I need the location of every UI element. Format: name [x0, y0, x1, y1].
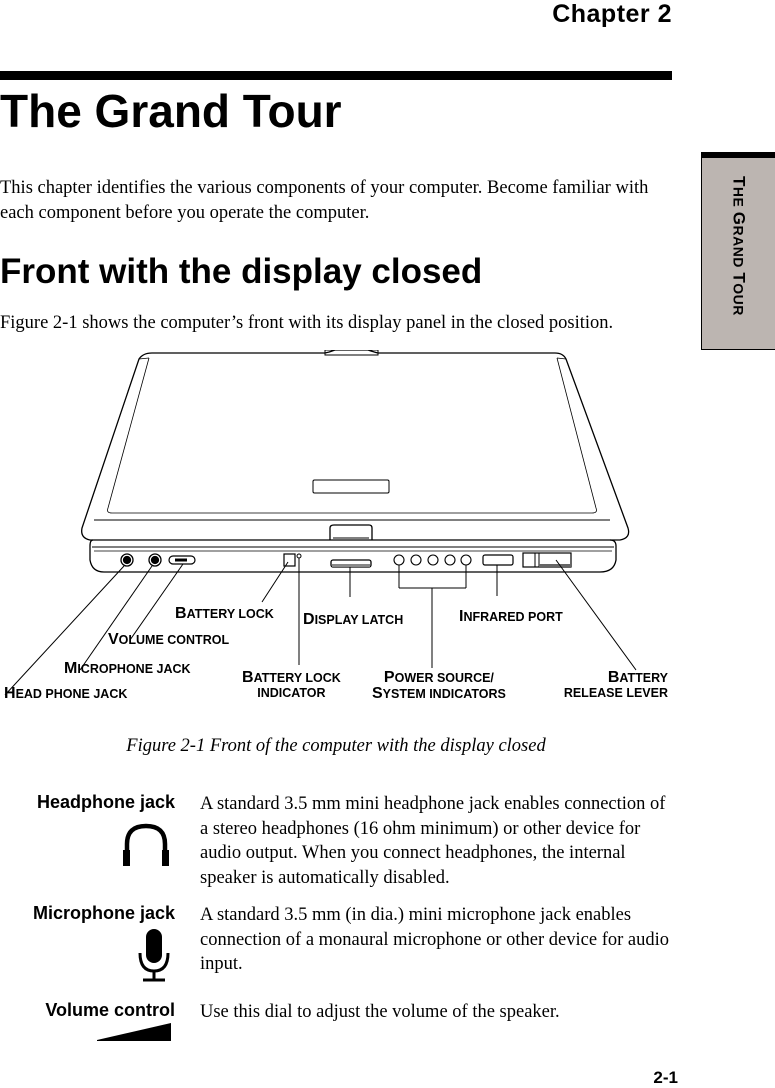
page-number: 2-1 [653, 1068, 678, 1087]
indicator-led-2 [410, 554, 422, 566]
label-power-source-system-indicators: POWER SOURCE/SYSTEM INDICATORS [372, 669, 506, 702]
side-tab: THE GRAND TOUR [701, 152, 775, 350]
battery-lock-led [296, 553, 302, 559]
volume-wedge-icon [97, 1023, 171, 1041]
label-microphone-jack: MICROPHONE JACK [64, 660, 191, 677]
figure-intro: Figure 2-1 shows the computer’s front wi… [0, 313, 614, 333]
desc-volume-control: Use this dial to adjust the volume of th… [200, 1002, 560, 1022]
label-battery-release-lever: BATTERY RELEASE LEVER [563, 669, 668, 701]
page-title: The Grand Tour [0, 85, 342, 137]
battery-lock-switch [283, 553, 296, 567]
label-infrared-port: INFRARED PORT [459, 608, 563, 625]
infrared-port-window [482, 554, 514, 566]
headphones-icon [123, 823, 169, 866]
indicator-led-1 [393, 554, 405, 566]
header-rule [0, 71, 672, 80]
label-display-latch: DISPLAY LATCH [303, 611, 404, 628]
term-microphone-jack: Microphone jack [32, 903, 175, 923]
label-head-phone-jack: HEAD PHONE JACK [4, 685, 128, 702]
display-bevel [107, 357, 597, 514]
figure-2-1: BATTERY LOCK DISPLAY LATCH INFRARED PORT… [0, 349, 680, 720]
intro-paragraph: This chapter identifies the various comp… [0, 178, 649, 223]
side-tab-label: THE GRAND TOUR [729, 176, 749, 316]
label-battery-lock: BATTERY LOCK [175, 605, 274, 622]
indicator-led-3 [427, 554, 439, 566]
microphone-icon [138, 929, 170, 982]
indicator-led-4 [444, 554, 456, 566]
label-battery-lock-indicator: BATTERY LOCK INDICATOR [242, 669, 341, 701]
label-volume-control: VOLUME CONTROL [108, 631, 230, 648]
term-volume-control: Volume control [45, 1000, 175, 1020]
figure-caption: Figure 2-1 Front of the computer with th… [126, 736, 546, 756]
display-lid [81, 349, 630, 541]
desc-microphone-jack: A standard 3.5 mm (in dia.) mini microph… [200, 905, 670, 974]
section-heading: Front with the display closed [0, 252, 483, 291]
chapter-label: Chapter 2 [552, 0, 672, 28]
indicator-led-5 [460, 554, 472, 566]
desc-headphone-jack: A standard 3.5 mm mini headphone jack en… [200, 794, 666, 888]
term-headphone-jack: Headphone jack [36, 792, 175, 812]
logo-plate [312, 479, 390, 494]
